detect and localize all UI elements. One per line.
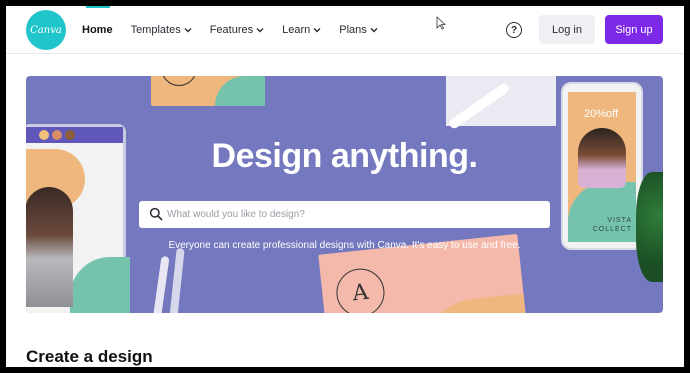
chevron-down-icon bbox=[256, 28, 264, 33]
top-navigation-bar: Canva Home Templates Features Learn Plan… bbox=[6, 6, 684, 54]
nav-features[interactable]: Features bbox=[210, 6, 264, 54]
question-circle-icon[interactable]: ? bbox=[506, 22, 522, 38]
main-nav: Home Templates Features Learn Plans bbox=[82, 6, 396, 54]
nav-plans[interactable]: Plans bbox=[339, 6, 378, 54]
nav-learn[interactable]: Learn bbox=[282, 6, 321, 54]
mouse-cursor-icon bbox=[436, 16, 446, 30]
nav-features-label: Features bbox=[209, 24, 254, 36]
plant-leaf-image bbox=[636, 172, 663, 282]
nav-home[interactable]: Home bbox=[82, 6, 113, 54]
card-monogram: A bbox=[161, 76, 197, 86]
decor-shape bbox=[414, 293, 530, 313]
canva-logo[interactable]: Canva bbox=[26, 10, 66, 50]
logo-text: Canva bbox=[30, 24, 62, 36]
nav-home-label: Home bbox=[82, 24, 113, 36]
pencil-image bbox=[167, 247, 185, 313]
login-button[interactable]: Log in bbox=[539, 15, 595, 44]
design-search-bar[interactable] bbox=[139, 201, 550, 228]
hero-subtitle: Everyone can create professional designs… bbox=[168, 240, 521, 251]
decor-shape bbox=[70, 257, 130, 313]
nav-learn-label: Learn bbox=[282, 24, 311, 36]
decor-shape bbox=[215, 76, 265, 106]
chevron-down-icon bbox=[184, 28, 192, 33]
pencil-image bbox=[150, 255, 170, 313]
signup-button[interactable]: Sign up bbox=[605, 15, 663, 44]
nav-templates[interactable]: Templates bbox=[131, 6, 192, 54]
nav-plans-label: Plans bbox=[339, 24, 367, 36]
search-icon bbox=[149, 207, 163, 221]
browser-viewport: Canva Home Templates Features Learn Plan… bbox=[6, 6, 684, 367]
phone-brand-text: VISTA COLLECT bbox=[592, 217, 632, 233]
chevron-down-icon bbox=[313, 28, 321, 33]
chevron-down-icon bbox=[370, 28, 378, 33]
search-input[interactable] bbox=[167, 201, 537, 228]
card-monogram: A bbox=[334, 266, 387, 313]
hero-banner: A 20%off VISTA COLLECT A Design anything… bbox=[26, 76, 663, 313]
hero-title: Design anything. bbox=[211, 137, 478, 175]
business-card-image: A bbox=[151, 76, 265, 106]
phone-sale-text: 20%off bbox=[584, 108, 619, 120]
section-heading: Create a design bbox=[26, 347, 153, 366]
nav-templates-label: Templates bbox=[130, 24, 181, 36]
